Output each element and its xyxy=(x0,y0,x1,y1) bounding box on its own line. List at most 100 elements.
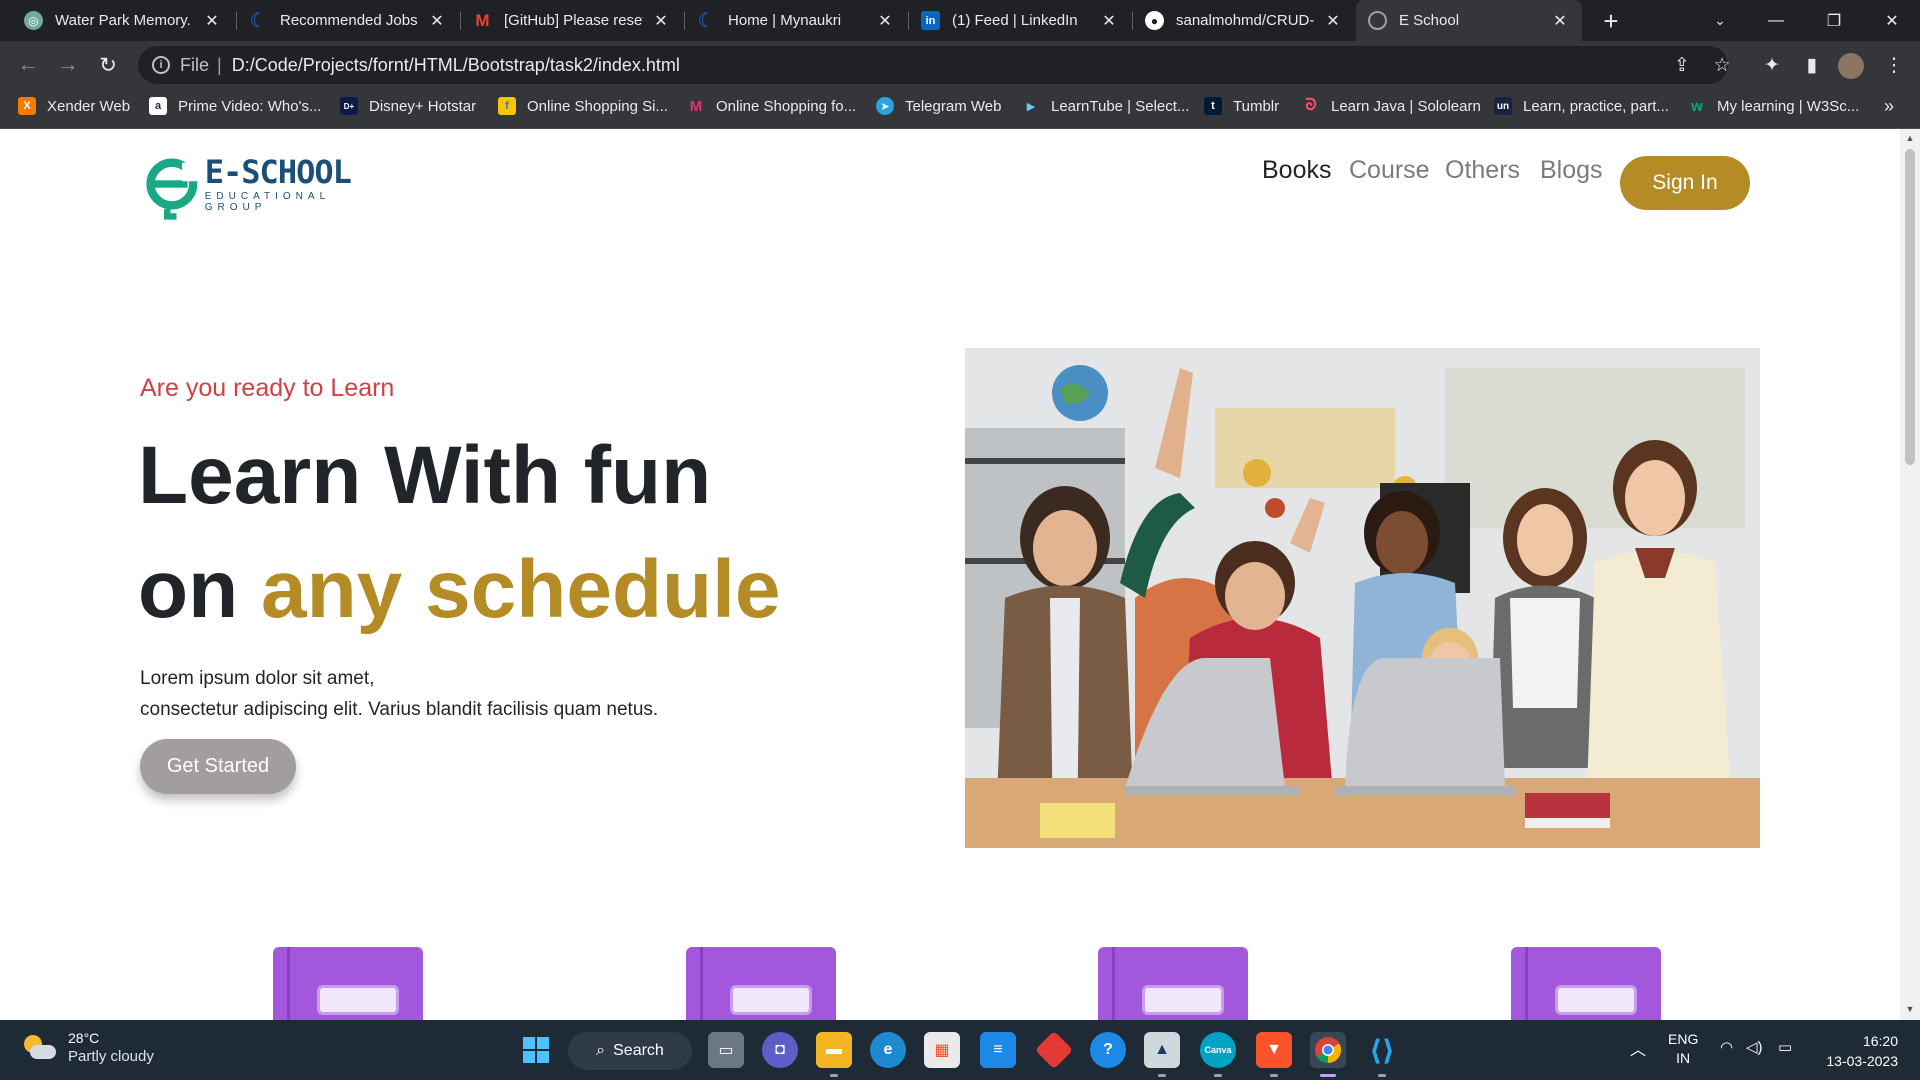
weather-desc: Partly cloudy xyxy=(68,1048,154,1065)
photos-icon[interactable]: ▲ xyxy=(1144,1032,1180,1068)
nav-course[interactable]: Course xyxy=(1349,156,1430,185)
bookmark-w3schools[interactable]: w My learning | W3Sc... xyxy=(1688,97,1859,115)
app-icon[interactable] xyxy=(1034,1030,1074,1070)
amazon-icon: a xyxy=(149,97,167,115)
weather-widget[interactable]: 28°C Partly cloudy xyxy=(22,1030,154,1065)
system-clock[interactable]: 16:20 13-03-2023 xyxy=(1810,1031,1898,1071)
page-content: E-SCHOOL EDUCATIONAL GROUP Books Course … xyxy=(0,129,1900,1020)
running-indicator xyxy=(1270,1074,1278,1077)
bookmark-learntube[interactable]: ▶ LearnTube | Select... xyxy=(1022,97,1190,115)
headline-prefix: on xyxy=(138,544,261,635)
page-scrollbar[interactable]: ▲ ▼ xyxy=(1900,129,1920,1020)
avatar[interactable] xyxy=(1838,53,1864,79)
show-hidden-icons[interactable]: ︿ xyxy=(1630,1036,1646,1060)
notepad-icon[interactable]: ≡ xyxy=(980,1032,1016,1068)
nav-others[interactable]: Others xyxy=(1445,156,1520,185)
close-icon[interactable]: ✕ xyxy=(427,11,447,31)
side-panel-icon[interactable]: ▮ xyxy=(1796,49,1828,81)
close-icon[interactable]: ✕ xyxy=(651,11,671,31)
help-icon[interactable]: ? xyxy=(1090,1032,1126,1068)
clock-time: 16:20 xyxy=(1862,1033,1898,1049)
edge-icon[interactable]: e xyxy=(870,1032,906,1068)
new-tab-button[interactable]: + xyxy=(1596,6,1626,36)
canva-icon[interactable]: Canva xyxy=(1200,1032,1236,1068)
running-indicator xyxy=(1378,1074,1386,1077)
bookmark-hotstar[interactable]: D+ Disney+ Hotstar xyxy=(340,97,476,115)
globe-icon xyxy=(1368,11,1387,30)
forward-button[interactable]: → xyxy=(52,49,84,81)
back-button[interactable]: ← xyxy=(12,49,44,81)
running-indicator xyxy=(1158,1074,1166,1077)
tab-github-reset[interactable]: M [GitHub] Please reset ✕ xyxy=(461,0,683,41)
wifi-icon[interactable]: ◠ xyxy=(1720,1038,1733,1056)
taskbar-search[interactable]: ⌕ Search xyxy=(568,1032,692,1070)
bookmark-sololearn[interactable]: ᘐ Learn Java | Sololearn xyxy=(1302,97,1480,115)
tab-github-crud[interactable]: ● sanalmohmd/CRUD-C ✕ xyxy=(1133,0,1355,41)
language-indicator[interactable]: ENG IN xyxy=(1668,1030,1698,1068)
tab-water-park[interactable]: ◎ Water Park Memory. ✕ xyxy=(12,0,234,41)
tab-mynaukri[interactable]: ☾ Home | Mynaukri ✕ xyxy=(685,0,907,41)
close-icon[interactable]: ✕ xyxy=(1550,11,1570,31)
scrollbar-thumb[interactable] xyxy=(1905,149,1915,465)
close-icon[interactable]: ✕ xyxy=(1323,11,1343,31)
teams-chat-icon[interactable]: ◘ xyxy=(762,1032,798,1068)
minimize-button[interactable]: — xyxy=(1748,0,1804,41)
bookmark-label: Tumblr xyxy=(1233,97,1280,115)
scroll-up-icon[interactable]: ▲ xyxy=(1905,133,1915,145)
restore-button[interactable]: ❐ xyxy=(1806,0,1862,41)
close-window-button[interactable]: ✕ xyxy=(1864,0,1920,41)
bookmark-label: LearnTube | Select... xyxy=(1051,97,1190,115)
address-bar[interactable]: i File | D:/Code/Projects/fornt/HTML/Boo… xyxy=(138,46,1728,84)
share-icon[interactable]: ⇪ xyxy=(1666,49,1698,81)
tab-title: Water Park Memory. xyxy=(55,12,191,29)
telegram-icon: ➤ xyxy=(876,97,894,115)
reload-button[interactable]: ↻ xyxy=(92,49,124,81)
bookmark-tumblr[interactable]: t Tumblr xyxy=(1204,97,1279,115)
extensions-icon[interactable]: ✦ xyxy=(1756,49,1788,81)
tab-search-icon[interactable]: ⌄ xyxy=(1692,0,1748,41)
tab-linkedin[interactable]: in (1) Feed | LinkedIn ✕ xyxy=(909,0,1131,41)
bookmarks-bar: X Xender Web a Prime Video: Who's... D+ Dis… xyxy=(0,89,1920,129)
battery-icon[interactable]: ▭ xyxy=(1778,1038,1792,1056)
tab-title: Recommended Jobs | xyxy=(280,12,419,29)
bookmark-flipkart[interactable]: f Online Shopping Si... xyxy=(498,97,668,115)
nav-blogs[interactable]: Blogs xyxy=(1540,156,1603,185)
headline-accent: any schedule xyxy=(260,544,781,635)
naukri-icon: ☾ xyxy=(249,10,268,32)
bookmark-prime-video[interactable]: a Prime Video: Who's... xyxy=(149,97,321,115)
logo[interactable]: E-SCHOOL EDUCATIONAL GROUP xyxy=(145,147,385,221)
bookmark-label: Telegram Web xyxy=(905,97,1002,115)
volume-icon[interactable]: ◁) xyxy=(1746,1038,1763,1056)
tab-strip: ◎ Water Park Memory. ✕ ☾ Recommended Job… xyxy=(0,0,1920,41)
unstop-icon: un xyxy=(1494,97,1512,115)
microsoft-store-icon[interactable]: ▦ xyxy=(924,1032,960,1068)
tab-recommended-jobs[interactable]: ☾ Recommended Jobs | ✕ xyxy=(237,0,459,41)
browser-toolbar: ← → ↻ i File | D:/Code/Projects/fornt/HT… xyxy=(0,41,1920,89)
get-started-button[interactable]: Get Started xyxy=(140,739,296,794)
windows-taskbar: 28°C Partly cloudy ⌕ Search ▭ ◘ ▬ e ▦ ≡ ?… xyxy=(0,1020,1920,1080)
book-icon xyxy=(686,947,836,1020)
start-button[interactable] xyxy=(518,1032,554,1068)
vscode-icon[interactable]: ⟨⟩ xyxy=(1364,1032,1400,1068)
tab-e-school[interactable]: E School ✕ xyxy=(1356,0,1582,41)
brave-icon[interactable]: ▼ xyxy=(1256,1032,1292,1068)
bookmark-myntra[interactable]: M Online Shopping fo... xyxy=(687,97,856,115)
info-icon[interactable]: i xyxy=(152,56,170,74)
close-icon[interactable]: ✕ xyxy=(1099,11,1119,31)
bookmark-unstop[interactable]: un Learn, practice, part... xyxy=(1494,97,1669,115)
nav-books[interactable]: Books xyxy=(1262,156,1331,185)
scroll-down-icon[interactable]: ▼ xyxy=(1905,1004,1915,1016)
chrome-icon[interactable] xyxy=(1310,1032,1346,1068)
bookmark-xender[interactable]: X Xender Web xyxy=(18,97,130,115)
close-icon[interactable]: ✕ xyxy=(202,11,222,31)
sign-in-button[interactable]: Sign In xyxy=(1620,156,1750,210)
star-icon[interactable]: ☆ xyxy=(1706,49,1738,81)
file-explorer-icon[interactable]: ▬ xyxy=(816,1032,852,1068)
bookmark-telegram[interactable]: ➤ Telegram Web xyxy=(876,97,1001,115)
menu-icon[interactable]: ⋮ xyxy=(1878,49,1910,81)
clock-date: 13-03-2023 xyxy=(1826,1053,1898,1069)
close-icon[interactable]: ✕ xyxy=(875,11,895,31)
more-bookmarks-icon[interactable]: » xyxy=(1884,96,1894,117)
task-view-icon[interactable]: ▭ xyxy=(708,1032,744,1068)
running-indicator xyxy=(1214,1074,1222,1077)
